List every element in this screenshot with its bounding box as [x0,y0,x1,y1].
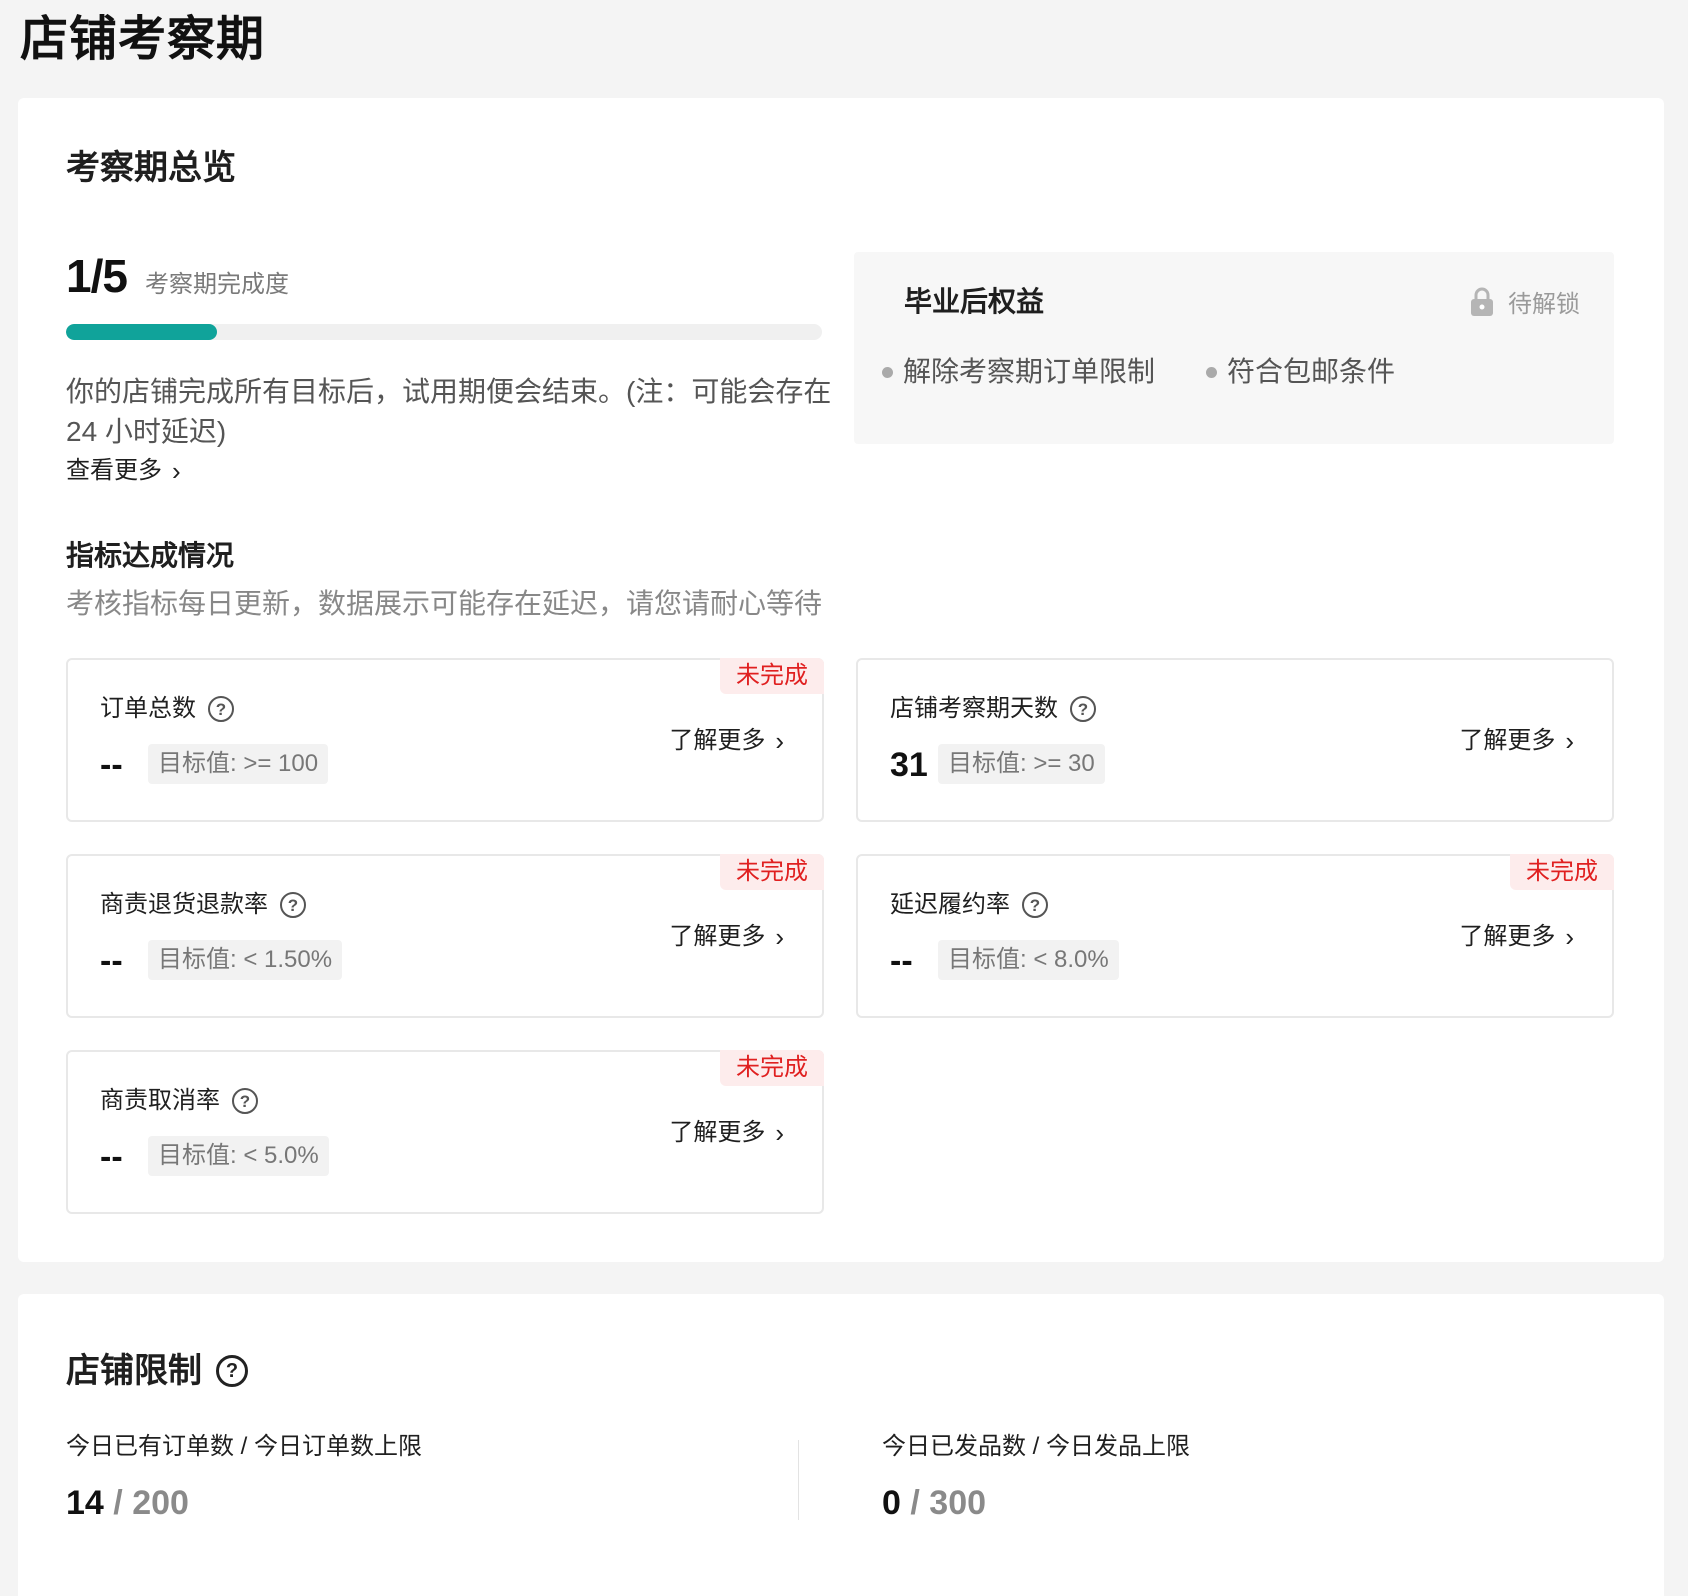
metric-name: 商责取消率 ? [100,1084,258,1118]
metric-target: 目标值: < 1.50% [148,940,343,980]
see-more-link[interactable]: 查看更多 › [66,454,181,488]
bullet-icon [1206,366,1217,378]
metric-card-total-orders: 未完成 订单总数 ? -- 目标值: >= 100 了解更多 › [66,658,824,822]
progress-label: 考察期完成度 [144,271,289,298]
benefits-title: 毕业后权益 [904,286,1045,317]
metrics-subtitle: 考核指标每日更新，数据展示可能存在延迟，请您请耐心等待 [66,588,823,619]
help-icon[interactable]: ? [280,892,306,918]
learn-more-link[interactable]: 了解更多 › [669,920,784,954]
metric-card-return-refund-rate: 未完成 商责退货退款率 ? -- 目标值: < 1.50% 了解更多 › [66,854,824,1018]
metric-name-label: 商责退货退款率 [100,891,268,918]
learn-more-link[interactable]: 了解更多 › [1459,920,1574,954]
chevron-right-icon: › [172,456,181,486]
metric-name-label: 商责取消率 [100,1087,220,1114]
overview-card: 考察期总览 1/5 考察期完成度 你的店铺完成所有目标后，试用期便会结束。(注：… [18,98,1664,1262]
lock-icon [1471,287,1493,316]
overview-title: 考察期总览 [66,149,236,187]
chevron-right-icon: › [775,1118,784,1148]
metric-name-label: 店铺考察期天数 [890,695,1058,722]
progress-header: 1/5 考察期完成度 [66,248,289,304]
chevron-right-icon: › [775,726,784,756]
learn-more-link[interactable]: 了解更多 › [669,724,784,758]
help-icon[interactable]: ? [232,1088,258,1114]
limits-title-label: 店铺限制 [66,1352,202,1390]
divider [798,1440,799,1520]
metric-name: 店铺考察期天数 ? [890,692,1096,726]
metric-card-late-fulfillment-rate: 未完成 延迟履约率 ? -- 目标值: < 8.0% 了解更多 › [856,854,1614,1018]
progress-bar [66,324,822,340]
shipments-current: 0 [882,1484,901,1522]
bullet-icon [882,366,893,378]
orders-limit-value: 14 / 200 [66,1480,189,1526]
lock-label: 待解锁 [1508,291,1580,318]
shipments-limit-value: 0 / 300 [882,1480,986,1526]
metric-card-probation-days: 店铺考察期天数 ? 31 目标值: >= 30 了解更多 › [856,658,1614,822]
benefit-label: 解除考察期订单限制 [903,356,1156,387]
progress-value: 1/5 [66,250,128,302]
progress-note: 你的店铺完成所有目标后，试用期便会结束。(注：可能会存在 24 小时延迟) [66,376,832,447]
metric-name-label: 订单总数 [100,695,196,722]
metric-target: 目标值: < 5.0% [148,1136,329,1176]
page-title: 店铺考察期 [20,13,266,66]
benefit-item: 符合包邮条件 [1206,352,1395,392]
orders-current: 14 [66,1484,104,1522]
progress-fill [66,324,218,340]
metric-name: 延迟履约率 ? [890,888,1048,922]
learn-more-label: 了解更多 [669,923,766,950]
metrics-title: 指标达成情况 [66,540,235,571]
learn-more-link[interactable]: 了解更多 › [669,1116,784,1150]
metric-value: -- [890,942,913,980]
benefit-item: 解除考察期订单限制 [882,352,1155,392]
graduation-benefits-panel: 毕业后权益 待解锁 解除考察期订单限制 符合包邮条件 [854,252,1614,444]
limits-title: 店铺限制 ? [66,1348,248,1394]
separator: / [113,1484,123,1522]
metric-card-cancellation-rate: 未完成 商责取消率 ? -- 目标值: < 5.0% 了解更多 › [66,1050,824,1214]
benefit-label: 符合包邮条件 [1227,356,1396,387]
metric-name-label: 延迟履约率 [890,891,1010,918]
metric-value: -- [100,1138,123,1176]
metric-value: -- [100,942,123,980]
metric-value: 31 [890,746,928,784]
help-icon[interactable]: ? [1070,696,1096,722]
metric-value: -- [100,746,123,784]
shipments-max: 300 [929,1484,987,1522]
metric-target: 目标值: >= 100 [148,744,329,784]
benefits-lock-status: 待解锁 [1470,284,1580,319]
chevron-right-icon: › [1565,726,1574,756]
learn-more-link[interactable]: 了解更多 › [1459,724,1574,758]
learn-more-label: 了解更多 [1459,727,1556,754]
help-icon[interactable]: ? [208,696,234,722]
store-limits-card: 店铺限制 ? 今日已有订单数 / 今日订单数上限 14 / 200 今日已发品数… [18,1294,1664,1596]
learn-more-label: 了解更多 [1459,923,1556,950]
metric-name: 订单总数 ? [100,692,234,726]
metric-target: 目标值: < 8.0% [938,940,1119,980]
incomplete-badge: 未完成 [1510,854,1614,890]
incomplete-badge: 未完成 [720,1050,824,1086]
help-icon[interactable]: ? [1022,892,1048,918]
shipments-limit-label: 今日已发品数 / 今日发品上限 [882,1433,1191,1460]
help-icon[interactable]: ? [216,1355,248,1387]
incomplete-badge: 未完成 [720,854,824,890]
metric-name: 商责退货退款率 ? [100,888,306,922]
chevron-right-icon: › [775,922,784,952]
separator: / [910,1484,920,1522]
learn-more-label: 了解更多 [669,727,766,754]
see-more-label: 查看更多 [66,457,162,484]
orders-limit-label: 今日已有订单数 / 今日订单数上限 [66,1433,423,1460]
incomplete-badge: 未完成 [720,658,824,694]
chevron-right-icon: › [1565,922,1574,952]
orders-max: 200 [132,1484,189,1522]
metric-target: 目标值: >= 30 [938,744,1105,784]
learn-more-label: 了解更多 [669,1119,766,1146]
